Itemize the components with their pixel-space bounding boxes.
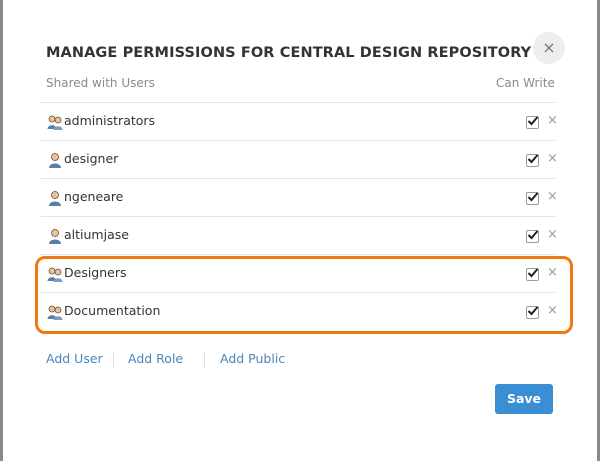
column-header-users: Shared with Users	[46, 76, 155, 90]
remove-icon[interactable]: ×	[547, 189, 558, 205]
permission-row: designer ×	[41, 141, 558, 179]
permission-row: ngeneare ×	[41, 179, 558, 217]
user-icon	[49, 229, 61, 244]
user-name: Documentation	[64, 303, 161, 318]
user-name: administrators	[64, 113, 156, 128]
dialog-title: MANAGE PERMISSIONS FOR CENTRAL DESIGN RE…	[46, 45, 532, 61]
user-name: designer	[64, 151, 119, 166]
permission-row: altiumjase ×	[41, 217, 558, 255]
remove-icon[interactable]: ×	[547, 151, 558, 167]
user-name: altiumjase	[64, 227, 129, 242]
close-button[interactable]: ×	[533, 32, 565, 64]
can-write-checkbox[interactable]	[526, 154, 539, 167]
permission-row: Designers ×	[41, 255, 558, 293]
save-button[interactable]: Save	[495, 384, 553, 414]
divider	[113, 352, 114, 368]
remove-icon[interactable]: ×	[547, 303, 558, 319]
group-icon	[47, 305, 63, 320]
user-name: ngeneare	[64, 189, 124, 204]
add-user-link[interactable]: Add User	[46, 351, 103, 366]
add-role-link[interactable]: Add Role	[128, 351, 183, 366]
user-name: Designers	[64, 265, 127, 280]
column-header-can-write: Can Write	[496, 76, 555, 90]
user-icon	[49, 153, 61, 168]
remove-icon[interactable]: ×	[547, 265, 558, 281]
permission-row: Documentation ×	[41, 293, 558, 330]
group-icon	[47, 115, 63, 130]
can-write-checkbox[interactable]	[526, 268, 539, 281]
can-write-checkbox[interactable]	[526, 306, 539, 319]
manage-permissions-dialog: MANAGE PERMISSIONS FOR CENTRAL DESIGN RE…	[3, 0, 597, 461]
can-write-checkbox[interactable]	[526, 116, 539, 129]
permission-row: administrators ×	[41, 103, 558, 141]
divider	[204, 352, 205, 368]
can-write-checkbox[interactable]	[526, 192, 539, 205]
remove-icon[interactable]: ×	[547, 113, 558, 129]
user-icon	[49, 191, 61, 206]
add-public-link[interactable]: Add Public	[220, 351, 285, 366]
remove-icon[interactable]: ×	[547, 227, 558, 243]
can-write-checkbox[interactable]	[526, 230, 539, 243]
group-icon	[47, 267, 63, 282]
permissions-list: administrators × designer × ngeneare × a…	[41, 102, 558, 330]
close-icon: ×	[542, 38, 556, 57]
